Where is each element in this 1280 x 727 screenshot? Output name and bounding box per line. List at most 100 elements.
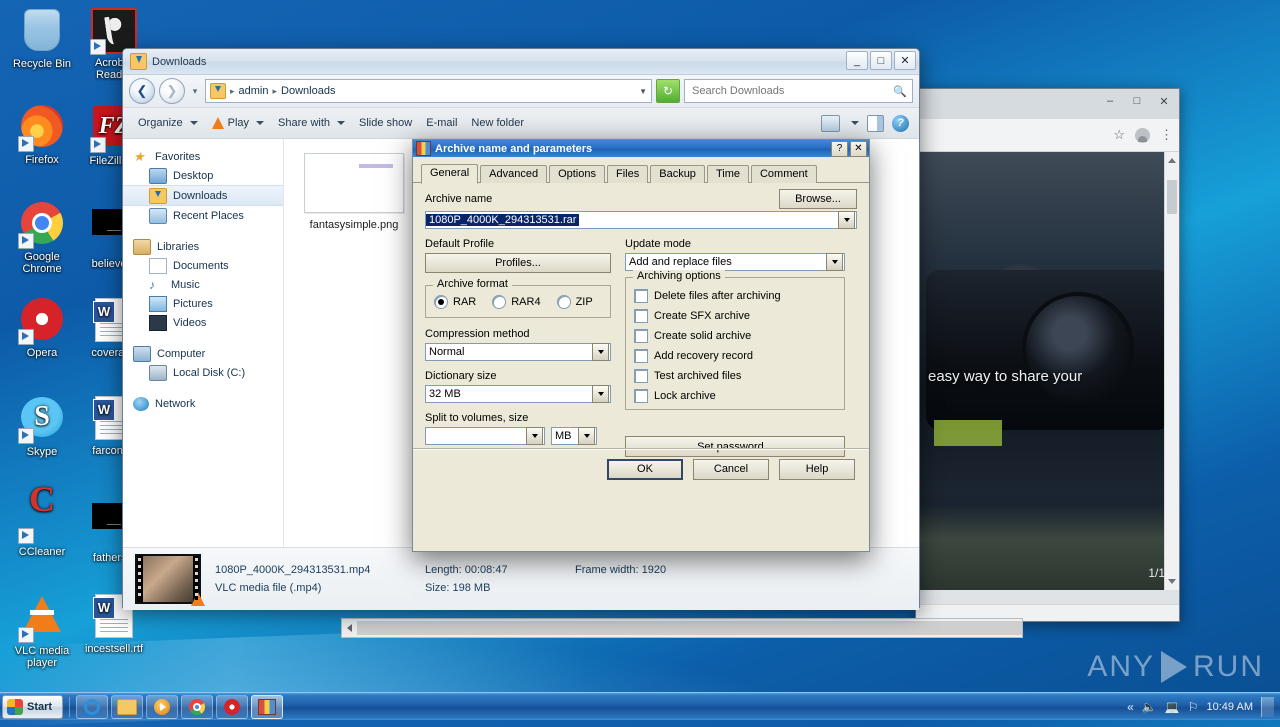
back-button[interactable]: ❮ [129, 78, 155, 104]
archive-format-radios[interactable]: RAR RAR4 ZIP [434, 295, 602, 309]
sidebar-item-recent-places[interactable]: Recent Places [123, 206, 283, 225]
breadcrumb-admin[interactable]: admin [239, 85, 269, 97]
browser-close-button[interactable]: ✕ [1151, 91, 1177, 111]
dialog-close-button[interactable]: ✕ [850, 140, 867, 157]
address-dropdown-icon[interactable]: ▼ [639, 87, 647, 96]
scroll-left-arrow-icon[interactable] [342, 619, 357, 637]
recent-pages-caret-icon[interactable]: ▾ [189, 86, 201, 97]
toolbar-email[interactable]: E-mail [419, 114, 464, 132]
explorer-close-button[interactable]: ✕ [894, 51, 916, 70]
chevron-down-icon[interactable] [337, 121, 346, 125]
system-tray[interactable]: « 🔈 💻 ⚐ 10:49 AM [1127, 696, 1280, 717]
desktop-icon-recycle-bin[interactable]: Recycle Bin [6, 6, 78, 70]
checkbox-add-recovery-record[interactable]: Add recovery record [634, 349, 836, 363]
checkbox-create-solid-archive[interactable]: Create solid archive [634, 329, 836, 343]
taskbar-button-opera[interactable] [216, 694, 249, 719]
forward-button[interactable]: ❯ [159, 78, 185, 104]
desktop-icon-vlc-media-player[interactable]: VLC media player [6, 592, 78, 669]
tab-comment[interactable]: Comment [750, 165, 817, 183]
split-volumes-unit-combobox[interactable]: MB [551, 427, 597, 445]
checkbox-create-sfx-archive[interactable]: Create SFX archive [634, 309, 836, 323]
archive-name-value[interactable]: 1080P_4000K_294313531.rar [426, 214, 580, 226]
tab-options[interactable]: Options [549, 165, 605, 183]
search-input[interactable] [690, 84, 890, 98]
preview-pane-icon[interactable] [867, 114, 884, 132]
search-box[interactable]: 🔍 [684, 79, 913, 103]
sidebar-item-documents[interactable]: Documents [123, 256, 283, 275]
chrome-menu-icon[interactable]: ⋮ [1160, 127, 1173, 143]
browser-omnibox-row[interactable]: ☆ ⋮ [916, 119, 1179, 152]
sidebar-item-local-disk[interactable]: Local Disk (C:) [123, 363, 283, 382]
explorer-titlebar[interactable]: Downloads _ □ ✕ [123, 49, 919, 75]
volume-icon[interactable]: 🔈 [1142, 700, 1157, 714]
scrollbar-track[interactable] [357, 621, 1022, 635]
tab-backup[interactable]: Backup [650, 165, 705, 183]
tab-general[interactable]: General [421, 164, 479, 184]
start-button[interactable]: Start [2, 694, 64, 719]
taskbar-button-winrar[interactable] [251, 694, 284, 719]
chrome-browser-window[interactable]: – □ ✕ ☆ ⋮ easy way to share your 1/1 [915, 88, 1180, 622]
explorer-toolbar[interactable]: Organize Play Share with Slide show E-ma… [123, 108, 919, 139]
tab-files[interactable]: Files [607, 165, 649, 183]
navigation-pane[interactable]: ★ Favorites Desktop Downloads Recent Pla… [123, 139, 284, 547]
desktop-icon-opera[interactable]: Opera [6, 296, 78, 359]
sidebar-item-pictures[interactable]: Pictures [123, 294, 283, 313]
sidebar-item-computer[interactable]: Computer [123, 344, 283, 363]
compression-method-dropdown-icon[interactable] [592, 343, 609, 361]
explorer-minimize-button[interactable]: _ [846, 51, 868, 70]
split-unit-dropdown-icon[interactable] [578, 427, 595, 445]
checkbox-test-archived-files[interactable]: Test archived files [634, 369, 836, 383]
refresh-button[interactable]: ↻ [656, 79, 680, 103]
compression-method-combobox[interactable]: Normal [425, 343, 611, 361]
explorer-address-bar[interactable]: ❮ ❯ ▾ ▸ admin ▸ Downloads ▼ ↻ 🔍 [123, 75, 919, 108]
winrar-archive-dialog[interactable]: Archive name and parameters ? ✕ General … [412, 139, 870, 552]
profiles-button[interactable]: Profiles... [425, 253, 611, 273]
taskbar-button-windows-media-player[interactable] [146, 694, 179, 719]
sidebar-item-desktop[interactable]: Desktop [123, 166, 283, 185]
toolbar-right-group[interactable]: ? [821, 114, 911, 132]
archive-name-dropdown-icon[interactable] [838, 211, 855, 229]
sidebar-item-favorites[interactable]: ★ Favorites [123, 147, 283, 166]
bookmark-star-icon[interactable]: ☆ [1113, 127, 1125, 143]
breadcrumb-downloads[interactable]: Downloads [281, 85, 335, 97]
ok-button[interactable]: OK [607, 458, 683, 480]
checkbox-lock-archive[interactable]: Lock archive [634, 389, 836, 403]
checkbox-delete-files-after-archiving[interactable]: Delete files after archiving [634, 289, 836, 303]
explorer-maximize-button[interactable]: □ [870, 51, 892, 70]
split-volumes-field[interactable] [425, 427, 545, 445]
chevron-down-icon[interactable] [256, 121, 265, 125]
taskbar-button-google-chrome[interactable] [181, 694, 214, 719]
taskbar[interactable]: Start « 🔈 💻 ⚐ 10:49 AM [0, 692, 1280, 720]
toolbar-new-folder[interactable]: New folder [464, 114, 531, 132]
toolbar-slide-show[interactable]: Slide show [352, 114, 419, 132]
toolbar-play[interactable]: Play [205, 114, 271, 132]
scroll-up-arrow-icon[interactable] [1168, 158, 1176, 163]
cancel-button[interactable]: Cancel [693, 458, 769, 480]
scrollbar-thumb[interactable] [1167, 180, 1177, 214]
dictionary-size-combobox[interactable]: 32 MB [425, 385, 611, 403]
browser-minimize-button[interactable]: – [1097, 91, 1123, 111]
show-hidden-icons-icon[interactable]: « [1127, 700, 1134, 714]
scroll-down-arrow-icon[interactable] [1168, 579, 1176, 584]
taskbar-button-windows-explorer[interactable] [111, 694, 144, 719]
desktop-icon-ccleaner[interactable]: CCleaner [6, 493, 78, 558]
radio-zip[interactable]: ZIP [556, 295, 593, 309]
chevron-down-icon[interactable] [189, 121, 198, 125]
search-icon[interactable]: 🔍 [890, 82, 910, 100]
sidebar-item-libraries[interactable]: Libraries [123, 237, 283, 256]
dictionary-size-dropdown-icon[interactable] [592, 385, 609, 403]
sidebar-item-music[interactable]: ♪ Music [123, 275, 283, 294]
browser-vertical-scrollbar[interactable] [1164, 152, 1179, 590]
change-view-icon[interactable] [821, 114, 840, 132]
archive-name-field[interactable]: 1080P_4000K_294313531.rar [425, 211, 857, 229]
page-horizontal-scrollbar[interactable] [341, 618, 1023, 638]
dialog-help-button[interactable]: ? [831, 140, 848, 157]
taskbar-button-internet-explorer[interactable] [76, 694, 109, 719]
profile-avatar-icon[interactable] [1135, 127, 1150, 143]
dialog-tabs[interactable]: General Advanced Options Files Backup Ti… [413, 157, 869, 184]
sidebar-item-network[interactable]: Network [123, 394, 283, 413]
toolbar-share-with[interactable]: Share with [271, 114, 352, 132]
help-icon[interactable]: ? [892, 114, 909, 132]
desktop-icon-google-chrome[interactable]: Google Chrome [6, 200, 78, 275]
show-desktop-button[interactable] [1261, 696, 1274, 717]
